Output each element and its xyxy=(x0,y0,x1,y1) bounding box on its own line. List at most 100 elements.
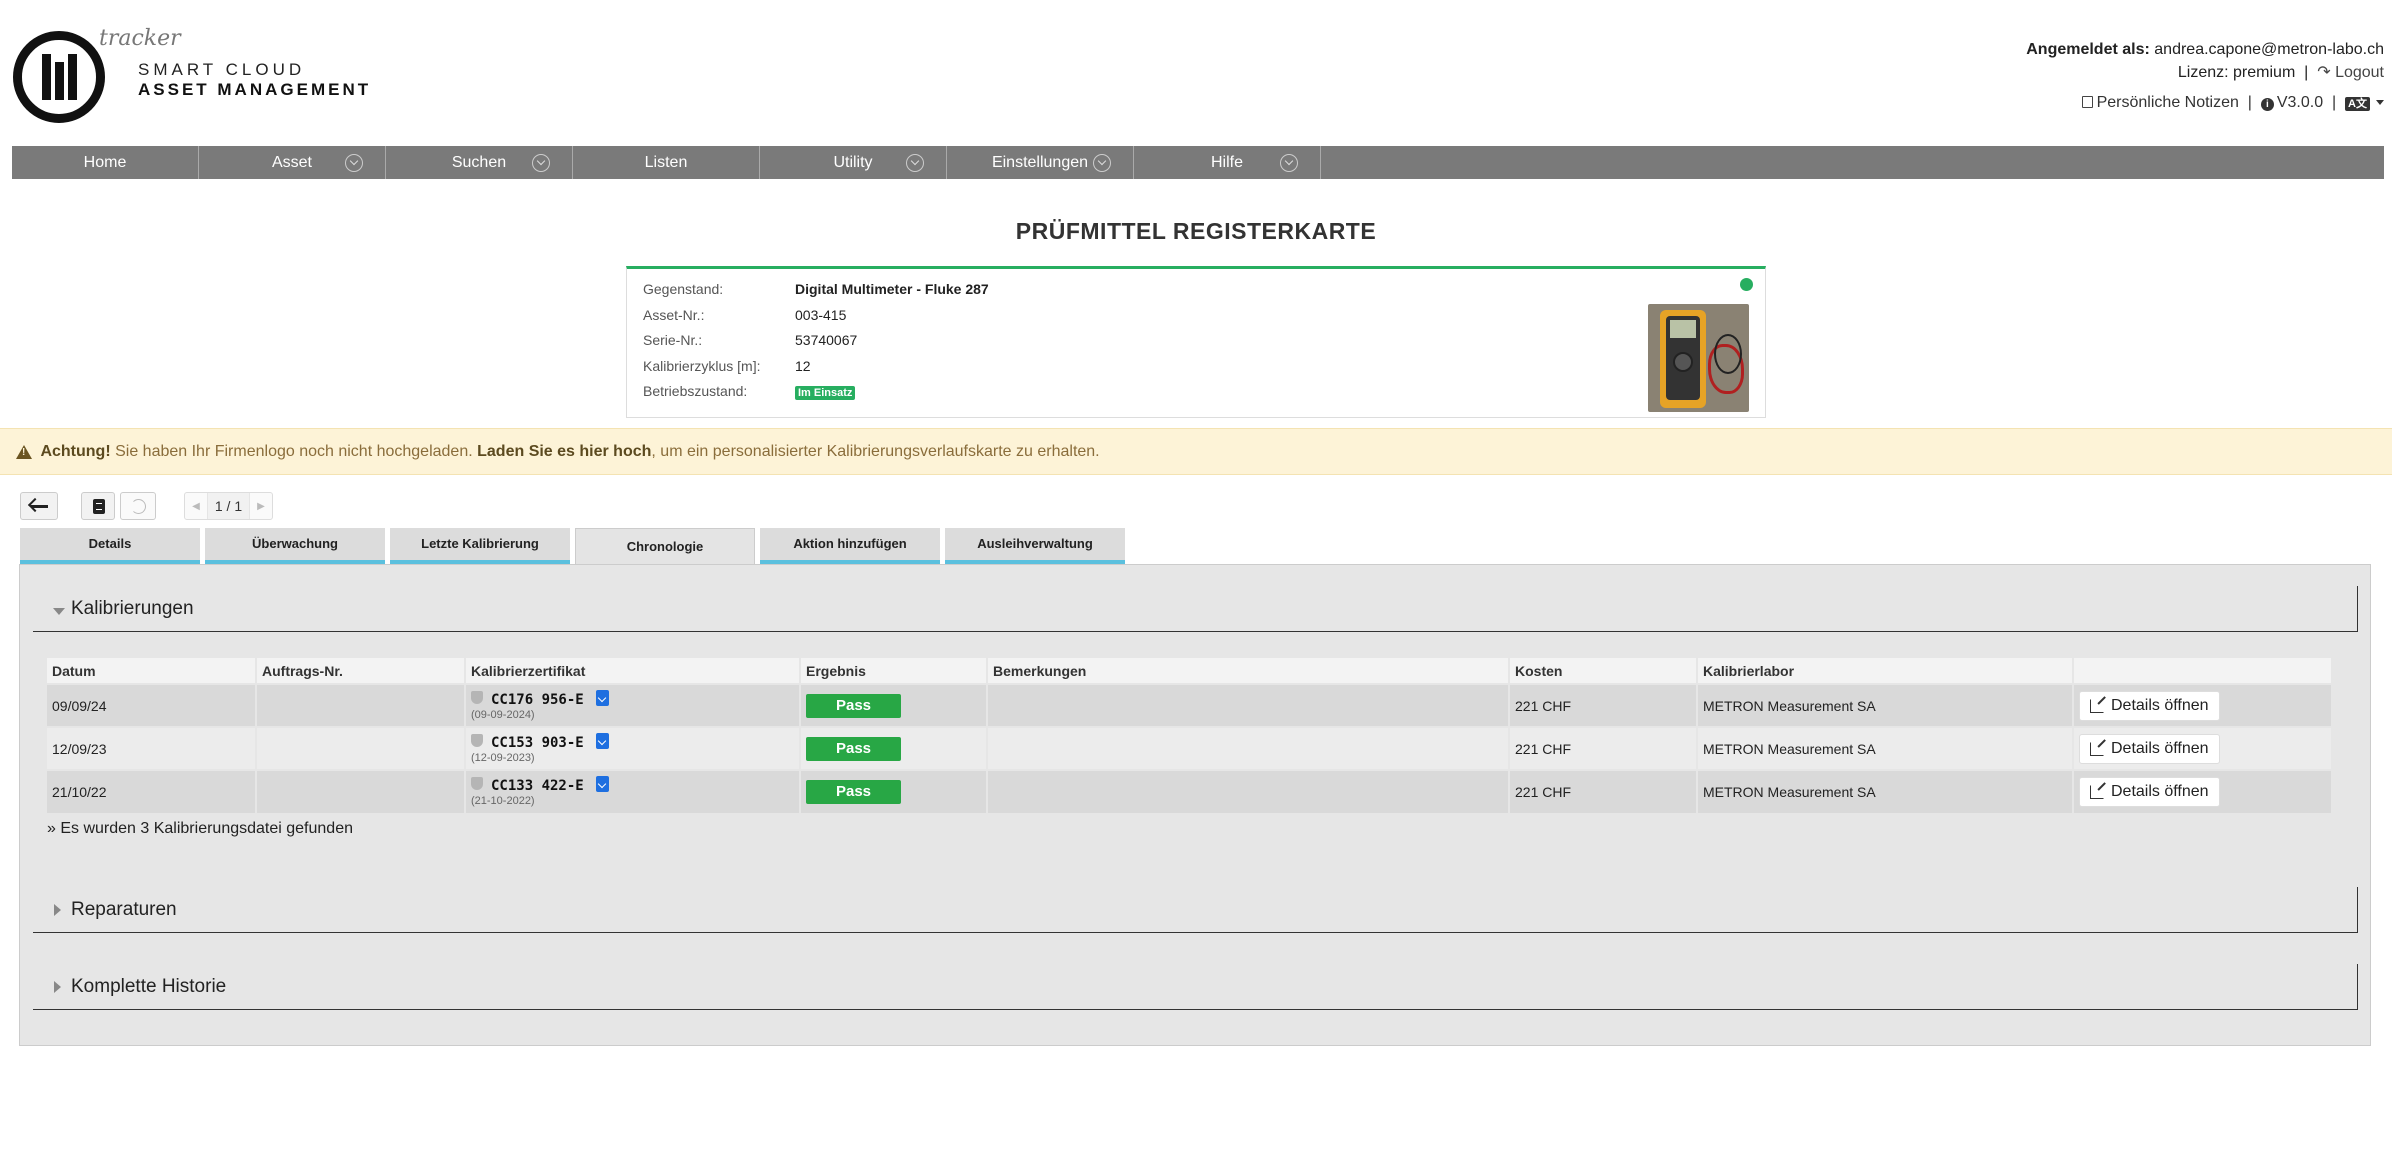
cell-remarks xyxy=(987,683,1510,727)
field-label: Gegenstand: xyxy=(643,281,724,297)
license-label: Lizenz: xyxy=(2177,64,2229,81)
field-value-serial: 53740067 xyxy=(795,332,858,348)
table-row: 09/09/24 CC176 956-E (09-09-2024) Pass 221 C… xyxy=(47,683,2333,727)
open-details-label: Details öffnen xyxy=(2111,696,2209,714)
upload-logo-link[interactable]: Laden Sie es hier hoch xyxy=(477,443,651,460)
open-details-label: Details öffnen xyxy=(2111,739,2209,757)
asset-field-asset-no: Asset-Nr.: 003-415 xyxy=(643,307,846,323)
tab-ausleihverwaltung[interactable]: Ausleihverwaltung xyxy=(945,528,1125,564)
license-value: premium xyxy=(2233,64,2296,81)
col-remarks: Bemerkungen xyxy=(987,658,1510,684)
field-label: Serie-Nr.: xyxy=(643,332,703,348)
open-details-button[interactable]: Details öffnen xyxy=(2079,777,2220,807)
triangle-right-icon xyxy=(54,904,61,916)
chevron-down-icon xyxy=(345,154,363,172)
nav-item-einstellungen[interactable]: Einstellungen xyxy=(947,146,1134,179)
nav-item-suchen[interactable]: Suchen xyxy=(386,146,573,179)
notes-link[interactable]: Persönliche Notizen xyxy=(2081,94,2239,111)
tab-details[interactable]: Details xyxy=(20,528,200,564)
nav-item-listen[interactable]: Listen xyxy=(573,146,760,179)
utility-row: Persönliche Notizen | i V3.0.0 | A文 xyxy=(2026,91,2384,114)
download-icon[interactable] xyxy=(595,776,609,792)
tab-überwachung[interactable]: Überwachung xyxy=(205,528,385,564)
certificate-number[interactable]: CC153 903-E xyxy=(491,735,584,751)
cell-action: Details öffnen xyxy=(2073,769,2333,813)
warning-strong: Achtung! xyxy=(40,442,111,460)
nav-item-home[interactable]: Home xyxy=(12,146,199,179)
tab-letzte-kalibrierung[interactable]: Letzte Kalibrierung xyxy=(390,528,570,564)
chronology-panel: Kalibrierungen Datum Auftrags-Nr. Kalibr… xyxy=(19,564,2371,1046)
cell-cost: 221 CHF xyxy=(1509,769,1698,813)
prev-page-button[interactable]: ◀ xyxy=(185,501,207,512)
certificate-number[interactable]: CC176 956-E xyxy=(491,692,584,708)
language-selector[interactable]: A文 xyxy=(2345,94,2384,111)
external-link-icon xyxy=(2090,741,2104,756)
cell-lab: METRON Measurement SA xyxy=(1697,683,2074,727)
next-page-button[interactable]: ▶ xyxy=(250,501,272,512)
cell-cert: CC133 422-E (21-10-2022) xyxy=(465,769,801,813)
open-details-button[interactable]: Details öffnen xyxy=(2079,690,2220,721)
logo-warning: Achtung! Sie haben Ihr Firmenlogo noch n… xyxy=(0,428,2392,475)
logged-in-label: Angemeldet als: xyxy=(2026,41,2150,58)
nav-label: Home xyxy=(83,153,127,171)
table-row: 12/09/23 CC153 903-E (12-09-2023) Pass 221 C… xyxy=(47,726,2333,770)
asset-field-item: Gegenstand: Digital Multimeter - Fluke 2… xyxy=(643,281,989,297)
logged-in-row: Angemeldet als: andrea.capone@metron-lab… xyxy=(2026,38,2384,61)
section-history[interactable]: Komplette Historie xyxy=(33,964,2358,1010)
col-cost: Kosten xyxy=(1509,658,1698,684)
nav-label: Asset xyxy=(271,153,312,171)
logout-icon: ↷ xyxy=(2317,64,2331,81)
nav-label: Einstellungen xyxy=(991,153,1089,171)
section-title: Kalibrierungen xyxy=(71,597,194,619)
status-dot-icon xyxy=(1740,278,1753,291)
open-details-button[interactable]: Details öffnen xyxy=(2079,733,2220,764)
nav-item-hilfe[interactable]: Hilfe xyxy=(1134,146,1321,179)
version-info[interactable]: i V3.0.0 xyxy=(2260,94,2324,111)
nav-item-asset[interactable]: Asset xyxy=(199,146,386,179)
tab-chronologie[interactable]: Chronologie xyxy=(575,528,755,566)
nav-label: Utility xyxy=(833,153,873,171)
document-button[interactable] xyxy=(81,492,115,520)
company-logo[interactable] xyxy=(13,31,105,123)
shield-icon xyxy=(471,733,483,747)
tab-aktion-hinzufügen[interactable]: Aktion hinzufügen xyxy=(760,528,940,564)
field-label: Betriebszustand: xyxy=(643,383,748,399)
section-repairs[interactable]: Reparaturen xyxy=(33,887,2358,933)
chevron-down-icon xyxy=(532,154,550,172)
result-badge: Pass xyxy=(806,780,901,804)
certificate-date: (12-09-2023) xyxy=(471,751,535,764)
certificate-number[interactable]: CC133 422-E xyxy=(491,778,584,794)
asset-photo[interactable] xyxy=(1648,304,1749,412)
back-button[interactable] xyxy=(20,492,58,520)
version-label: V3.0.0 xyxy=(2276,94,2324,111)
asset-field-status: Betriebszustand: Im Einsatz xyxy=(643,383,856,400)
field-value-item: Digital Multimeter - Fluke 287 xyxy=(795,281,989,297)
nav-item-utility[interactable]: Utility xyxy=(760,146,947,179)
shield-icon xyxy=(471,690,483,704)
tab-bar: Details Überwachung Letzte Kalibrierung Chr… xyxy=(20,528,1130,566)
result-badge: Pass xyxy=(806,736,901,761)
col-date: Datum xyxy=(47,658,257,684)
cell-date: 21/10/22 xyxy=(47,769,257,813)
header: tracker SMART CLOUD ASSET MANAGEMENT Ang… xyxy=(0,0,2392,145)
notes-label: Persönliche Notizen xyxy=(2096,94,2239,111)
cell-cost: 221 CHF xyxy=(1509,683,1698,727)
cell-result: Pass xyxy=(800,683,988,727)
external-link-icon xyxy=(2090,698,2104,713)
result-badge: Pass xyxy=(806,693,901,718)
col-lab: Kalibrierlabor xyxy=(1697,658,2074,684)
certificate-date: (09-09-2024) xyxy=(471,708,535,721)
asset-field-cycle: Kalibrierzyklus [m]: 12 xyxy=(643,358,811,374)
section-title: Reparaturen xyxy=(71,898,177,920)
download-icon[interactable] xyxy=(595,732,609,749)
history-button[interactable] xyxy=(120,492,156,520)
external-link-icon xyxy=(2090,785,2104,799)
section-title: Komplette Historie xyxy=(71,975,227,997)
logout-link[interactable]: ↷ Logout xyxy=(2317,64,2384,81)
download-icon[interactable] xyxy=(595,689,609,706)
nav-label: Hilfe xyxy=(1210,153,1243,171)
user-email: andrea.capone@metron-labo.ch xyxy=(2154,41,2384,58)
brand-line1: SMART CLOUD xyxy=(138,60,306,79)
cell-remarks xyxy=(987,769,1510,813)
section-calibrations[interactable]: Kalibrierungen xyxy=(33,586,2358,632)
